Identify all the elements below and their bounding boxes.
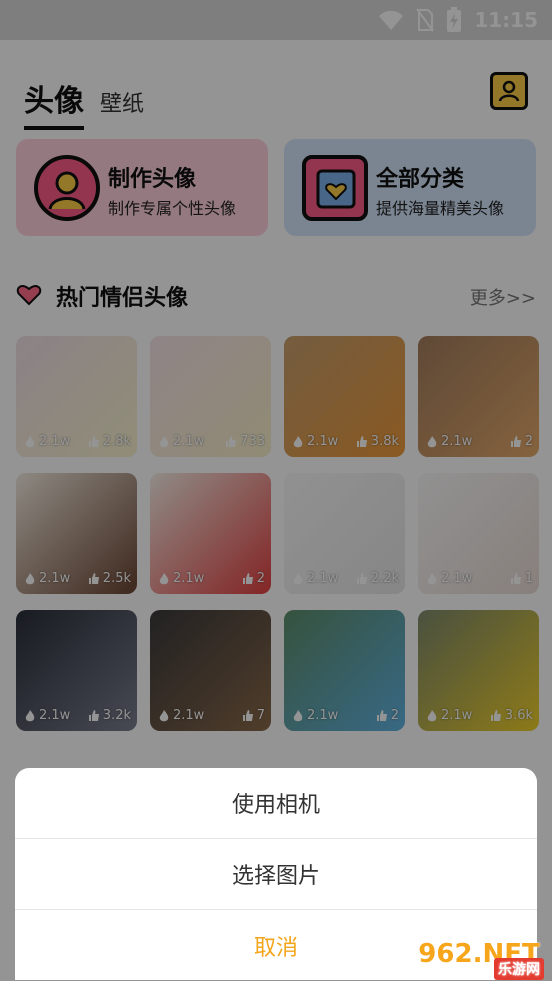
- site-watermark: 962.NET 乐游网: [412, 930, 546, 980]
- choose-image-button[interactable]: 选择图片: [15, 839, 537, 910]
- watermark-sub: 乐游网: [494, 958, 544, 980]
- use-camera-button[interactable]: 使用相机: [15, 768, 537, 839]
